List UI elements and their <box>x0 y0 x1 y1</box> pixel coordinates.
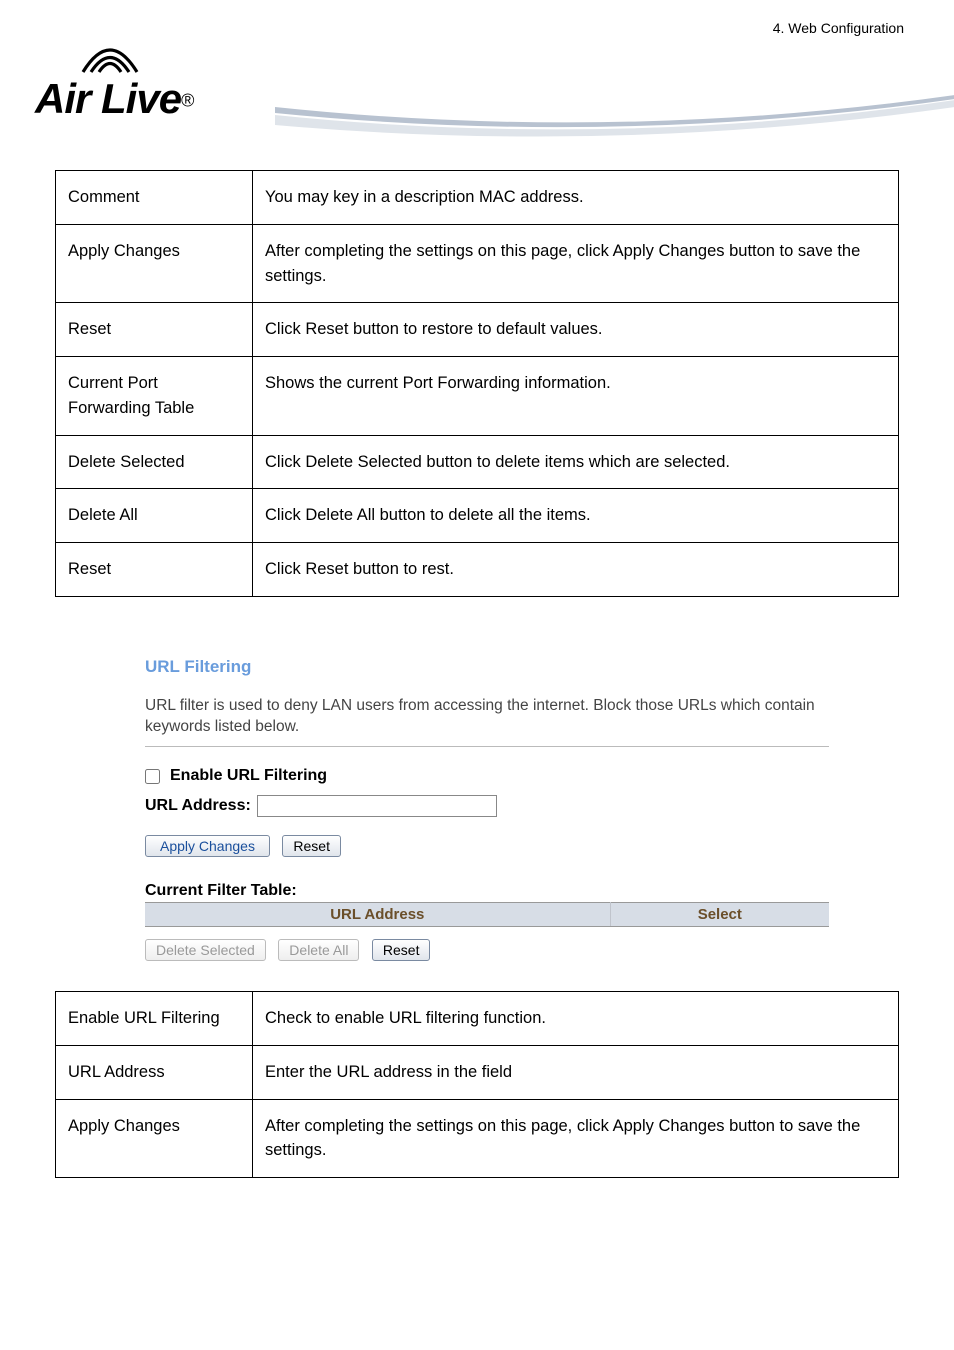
url-filtering-panel: URL Filtering URL filter is used to deny… <box>145 657 829 961</box>
page-header: 4. Web Configuration Air Live® <box>0 0 954 170</box>
table-row: CommentYou may key in a description MAC … <box>56 171 899 225</box>
cell-val: Click Reset button to rest. <box>253 543 899 597</box>
logo-registered-icon: ® <box>181 91 194 111</box>
apply-changes-button[interactable]: Apply Changes <box>145 835 270 857</box>
cell-key: Delete All <box>56 489 253 543</box>
url-address-label: URL Address: <box>145 797 251 815</box>
delete-selected-button[interactable]: Delete Selected <box>145 939 266 961</box>
table-row: ResetClick Reset button to rest. <box>56 543 899 597</box>
cell-val: Click Reset button to restore to default… <box>253 303 899 357</box>
table-row: ResetClick Reset button to restore to de… <box>56 303 899 357</box>
cell-val: Check to enable URL filtering function. <box>253 992 899 1046</box>
cell-key: Comment <box>56 171 253 225</box>
table-row: Delete SelectedClick Delete Selected but… <box>56 435 899 489</box>
cell-val: After completing the settings on this pa… <box>253 1099 899 1178</box>
filter-table-url-header: URL Address <box>145 903 610 927</box>
table-row: URL AddressEnter the URL address in the … <box>56 1045 899 1099</box>
reset-button-2[interactable]: Reset <box>372 939 431 961</box>
filter-table-select-header: Select <box>610 903 829 927</box>
cell-val: Click Delete Selected button to delete i… <box>253 435 899 489</box>
logo-arcs-icon <box>75 40 295 75</box>
enable-url-filtering-label: Enable URL Filtering <box>170 767 327 785</box>
cell-key: Apply Changes <box>56 1099 253 1178</box>
cell-key: Current Port Forwarding Table <box>56 357 253 436</box>
table-row: Current Port Forwarding TableShows the c… <box>56 357 899 436</box>
logo-text: Air Live <box>35 75 181 122</box>
url-filtering-description: URL filter is used to deny LAN users fro… <box>145 695 829 747</box>
table-row: Apply ChangesAfter completing the settin… <box>56 224 899 303</box>
airlive-logo: Air Live® <box>35 40 255 123</box>
url-filtering-heading: URL Filtering <box>145 657 829 677</box>
enable-url-filtering-checkbox[interactable] <box>145 769 160 784</box>
cell-key: URL Address <box>56 1045 253 1099</box>
table-row: Enable URL FilteringCheck to enable URL … <box>56 992 899 1046</box>
reset-button[interactable]: Reset <box>282 835 341 857</box>
cell-key: Apply Changes <box>56 224 253 303</box>
delete-all-button[interactable]: Delete All <box>278 939 359 961</box>
cell-key: Delete Selected <box>56 435 253 489</box>
chapter-label: 4. Web Configuration <box>773 20 904 36</box>
cell-val: You may key in a description MAC address… <box>253 171 899 225</box>
cell-key: Enable URL Filtering <box>56 992 253 1046</box>
cell-key: Reset <box>56 543 253 597</box>
cell-key: Reset <box>56 303 253 357</box>
table-row: Delete AllClick Delete All button to del… <box>56 489 899 543</box>
cell-val: Click Delete All button to delete all th… <box>253 489 899 543</box>
url-address-input[interactable] <box>257 795 497 817</box>
cell-val: After completing the settings on this pa… <box>253 224 899 303</box>
header-swoosh-icon <box>275 95 954 150</box>
port-forwarding-description-table: CommentYou may key in a description MAC … <box>55 170 899 597</box>
cell-val: Enter the URL address in the field <box>253 1045 899 1099</box>
url-filtering-description-table: Enable URL FilteringCheck to enable URL … <box>55 991 899 1178</box>
current-filter-table-heading: Current Filter Table: <box>145 882 829 900</box>
current-filter-table: URL Address Select <box>145 902 829 927</box>
table-row: Apply ChangesAfter completing the settin… <box>56 1099 899 1178</box>
cell-val: Shows the current Port Forwarding inform… <box>253 357 899 436</box>
